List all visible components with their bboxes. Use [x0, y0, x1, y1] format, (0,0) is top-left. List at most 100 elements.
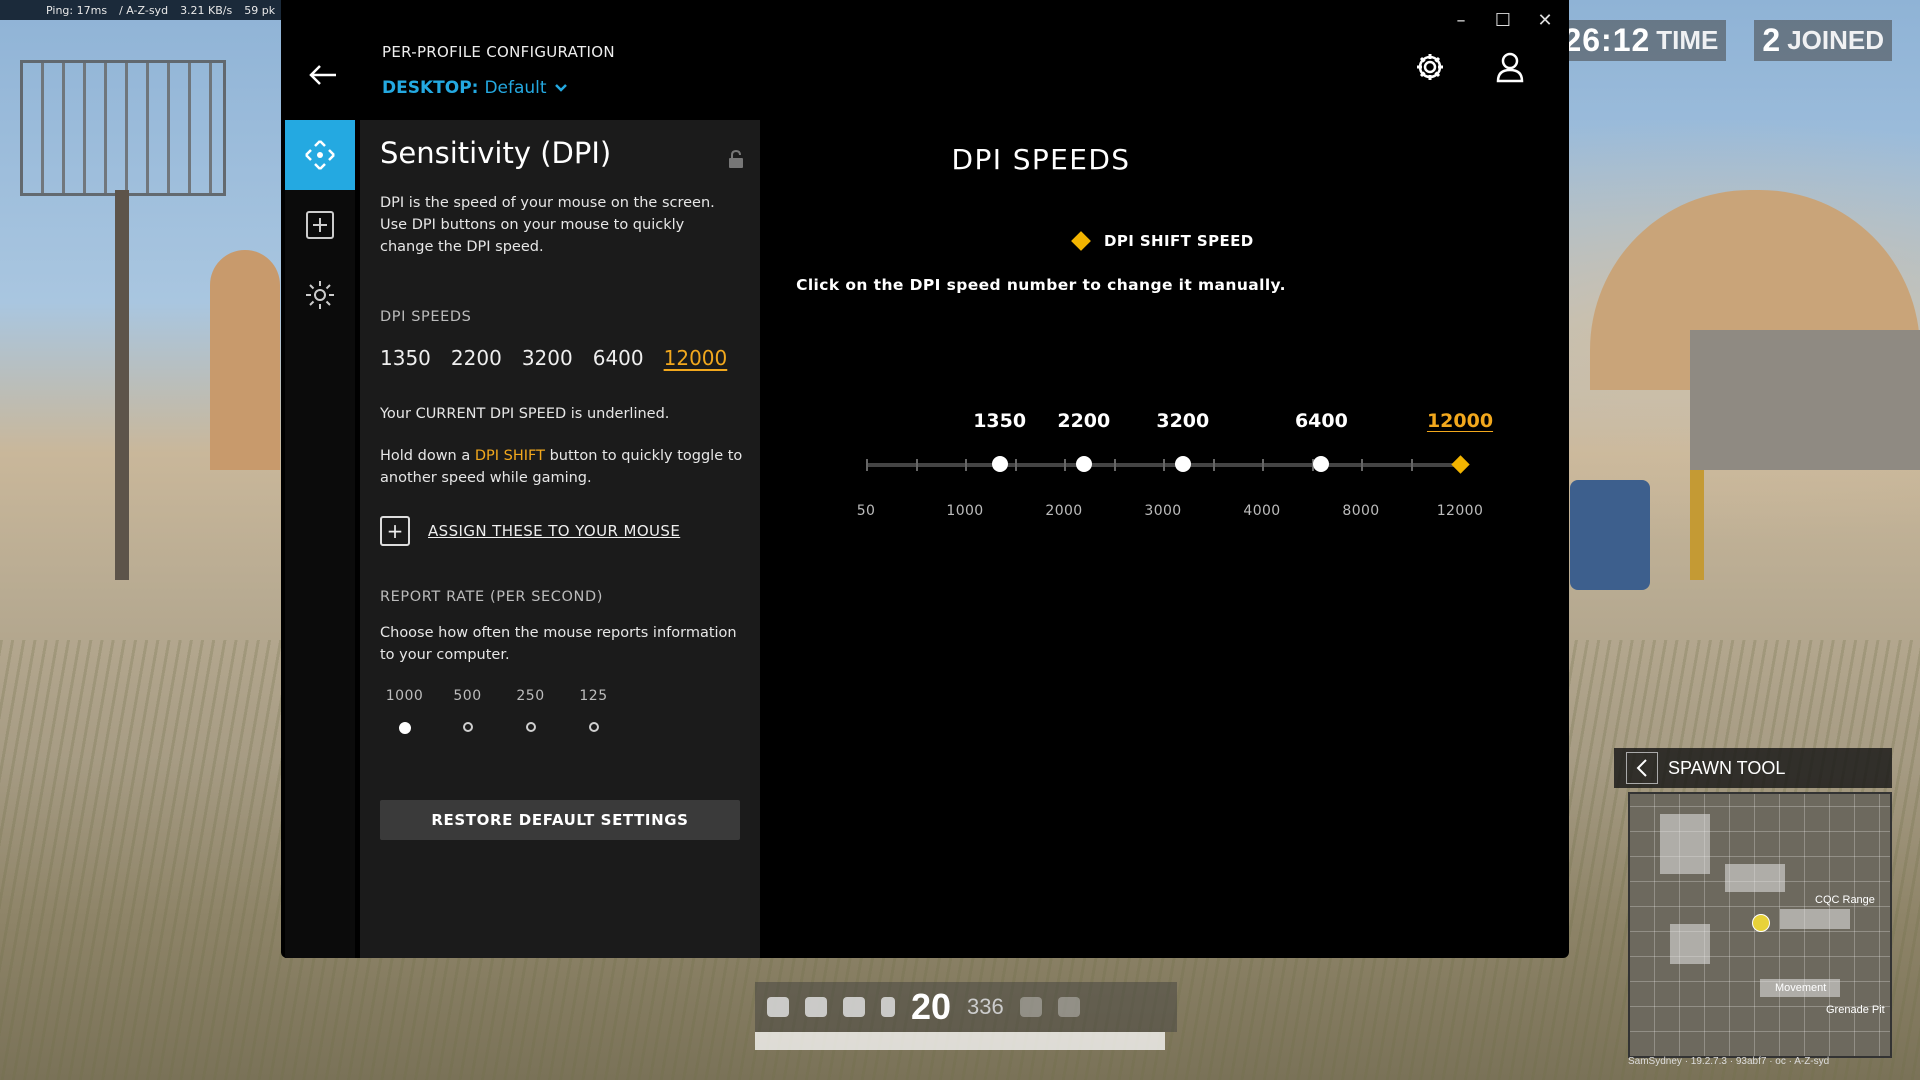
axis-label: 4000: [1243, 503, 1281, 519]
yellow-post: [1690, 470, 1704, 580]
axis-label: 50: [856, 503, 876, 519]
slider-tick: [1262, 459, 1264, 471]
time-counter: 26:12 TIME: [1555, 20, 1727, 61]
tower-pole: [115, 190, 129, 580]
dpi-speed-item[interactable]: 6400: [593, 346, 644, 370]
helmet-icon: [805, 997, 827, 1017]
map-label-movement: Movement: [1775, 982, 1827, 994]
dpi-speed-item[interactable]: 1350: [380, 346, 431, 370]
slider-tick: [965, 459, 967, 471]
sun-icon: [306, 281, 334, 309]
dpi-speed-item-current[interactable]: 12000: [664, 346, 728, 370]
plus-square-icon: +: [380, 516, 410, 546]
dpi-shift-note: Hold down a DPI SHIFT button to quickly …: [380, 445, 750, 489]
stance-icon: [1019, 997, 1042, 1017]
minimize-button[interactable]: –: [1451, 10, 1471, 31]
spawn-tool-label: SPAWN TOOL: [1668, 757, 1786, 778]
slider-tick: [1014, 459, 1017, 471]
plus-square-icon: [306, 211, 334, 239]
assign-label: ASSIGN THESE TO YOUR MOUSE: [428, 522, 681, 540]
dpi-value-label[interactable]: 12000: [1427, 410, 1493, 432]
dpi-shift-legend: DPI SHIFT SPEED: [1071, 231, 1254, 251]
maximize-button[interactable]: ☐: [1493, 10, 1513, 31]
slider-tick: [1064, 459, 1066, 471]
sensitivity-panel: Sensitivity (DPI) DPI is the speed of yo…: [360, 120, 760, 958]
dpi-knob[interactable]: [1075, 456, 1092, 472]
report-rate-value: 125: [579, 688, 608, 704]
radio[interactable]: [525, 722, 536, 732]
report-rate-value: 250: [516, 688, 545, 704]
dpi-knob[interactable]: [1174, 456, 1191, 472]
report-rate-option[interactable]: 125: [575, 688, 612, 734]
backpack-icon: [767, 997, 789, 1017]
axis-label: 1000: [946, 503, 984, 519]
shift-note-pre: Hold down a: [380, 448, 475, 464]
inventory-hud: 20 336: [755, 982, 1177, 1032]
dpi-value-label[interactable]: 1350: [973, 410, 1026, 432]
health-bar: [755, 1032, 1165, 1050]
map-label-grenade: Grenade Pit: [1826, 1004, 1885, 1016]
dpi-knob[interactable]: [1313, 456, 1330, 472]
axis-label: 3000: [1144, 503, 1182, 519]
slider-tick: [1113, 459, 1116, 471]
barrel: [1570, 480, 1650, 590]
spawn-tool-header[interactable]: SPAWN TOOL: [1614, 748, 1892, 788]
chevron-down-icon: [554, 84, 567, 92]
close-button[interactable]: ✕: [1535, 10, 1555, 31]
slider-tick: [866, 459, 868, 471]
rail-sensitivity[interactable]: [285, 120, 355, 190]
profile-selector[interactable]: DESKTOP: Default: [382, 78, 569, 98]
match-hud: 26:12 TIME 2 JOINED: [1555, 20, 1892, 61]
manual-change-hint: Click on the DPI speed number to change …: [796, 276, 1286, 294]
magazine-icon: [881, 997, 895, 1017]
window-controls: – ☐ ✕: [1451, 10, 1555, 31]
server-info: SamSydney · 19.2.7.3 · 93abf7 · oc · A-Z…: [1628, 1056, 1830, 1067]
profile-value: Default: [484, 78, 547, 98]
report-rate-value: 1000: [385, 688, 424, 704]
map-building: [1660, 814, 1710, 874]
radio[interactable]: [462, 722, 473, 732]
dpi-speed-item[interactable]: 2200: [451, 346, 502, 370]
back-arrow-icon[interactable]: [303, 55, 343, 95]
minimap[interactable]: CQC Range Movement Grenade Pit: [1628, 792, 1892, 1058]
slider-tick: [1163, 459, 1165, 471]
report-rate-option[interactable]: 1000: [386, 688, 423, 734]
rail-lighting[interactable]: [285, 260, 355, 330]
slider-tick: [1361, 459, 1363, 471]
restore-defaults-button[interactable]: RESTORE DEFAULT SETTINGS: [380, 800, 740, 840]
rock-formation-left: [210, 250, 280, 470]
dpi-slider[interactable]: 50 1000 2000 3000 4000 8000 12000 1350 2200 3200 6…: [857, 410, 1493, 530]
map-building: [1780, 909, 1850, 929]
assign-to-mouse-link[interactable]: + ASSIGN THESE TO YOUR MOUSE: [380, 516, 680, 546]
dpi-knob[interactable]: [991, 456, 1008, 472]
report-rate-option[interactable]: 500: [449, 688, 486, 734]
map-building: [1670, 924, 1710, 964]
slider-tick: [1212, 459, 1215, 471]
profile-key: DESKTOP:: [382, 78, 479, 98]
page-title: PER-PROFILE CONFIGURATION: [382, 43, 615, 61]
lock-icon[interactable]: [728, 149, 744, 172]
reserve-ammo: 336: [967, 994, 1004, 1019]
axis-label: 2000: [1045, 503, 1083, 519]
report-rate-option[interactable]: 250: [512, 688, 549, 734]
time-label: TIME: [1656, 25, 1719, 55]
current-speed-note: Your CURRENT DPI SPEED is underlined.: [380, 406, 670, 422]
move-arrows-icon: [305, 140, 335, 170]
user-icon[interactable]: [1493, 50, 1527, 84]
dpi-speed-item[interactable]: 3200: [522, 346, 573, 370]
gear-icon[interactable]: [1413, 50, 1447, 84]
radio-selected[interactable]: [398, 722, 411, 734]
rail-assignments[interactable]: [285, 190, 355, 260]
radio[interactable]: [588, 722, 599, 732]
axis-label: 12000: [1436, 503, 1484, 519]
chevron-left-icon[interactable]: [1626, 752, 1658, 784]
tool-rail: [285, 120, 355, 958]
floodlight-tower: [20, 60, 226, 196]
report-rate-description: Choose how often the mouse reports infor…: [380, 625, 737, 663]
network-status-bar: Ping: 17ms / A-Z-syd 3.21 KB/s 59 pk: [0, 0, 286, 20]
dpi-value-label[interactable]: 6400: [1295, 410, 1348, 432]
dpi-shift-knob[interactable]: [1451, 455, 1470, 474]
dpi-value-label[interactable]: 3200: [1156, 410, 1209, 432]
dpi-value-label[interactable]: 2200: [1057, 410, 1110, 432]
packets-readout: 59 pk: [244, 3, 276, 17]
